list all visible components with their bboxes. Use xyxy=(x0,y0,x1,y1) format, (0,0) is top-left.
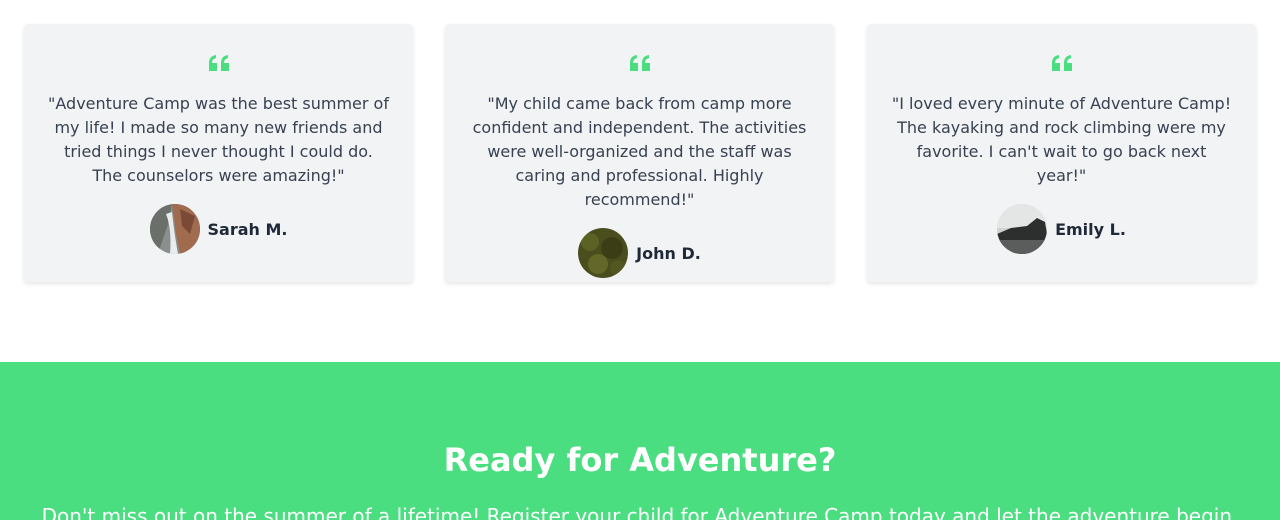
cta-section: Ready for Adventure? Don't miss out on t… xyxy=(0,362,1280,520)
testimonial-card: "I loved every minute of Adventure Camp!… xyxy=(867,24,1256,282)
author-name: Sarah M. xyxy=(207,219,288,239)
cta-text: Don't miss out on the summer of a lifeti… xyxy=(41,504,1239,520)
testimonial-author: Sarah M. xyxy=(48,204,389,254)
cta-title: Ready for Adventure? xyxy=(443,441,837,479)
author-name: Emily L. xyxy=(1055,219,1126,239)
testimonial-card: "Adventure Camp was the best summer of m… xyxy=(24,24,413,282)
quote-icon xyxy=(629,55,650,71)
testimonial-quote: "My child came back from camp more confi… xyxy=(472,94,807,209)
avatar xyxy=(149,204,200,254)
quote-icon xyxy=(1051,55,1072,71)
testimonials-section: "Adventure Camp was the best summer of m… xyxy=(0,0,1280,362)
author-name: John D. xyxy=(636,243,701,263)
quote-icon xyxy=(208,55,229,71)
testimonial-quote: "Adventure Camp was the best summer of m… xyxy=(48,94,389,185)
testimonial-quote: "I loved every minute of Adventure Camp!… xyxy=(891,94,1232,185)
testimonial-card: "My child came back from camp more confi… xyxy=(445,24,834,282)
avatar xyxy=(578,228,629,278)
testimonial-author: Emily L. xyxy=(891,204,1232,254)
testimonial-author: John D. xyxy=(469,228,810,278)
avatar xyxy=(997,204,1048,254)
